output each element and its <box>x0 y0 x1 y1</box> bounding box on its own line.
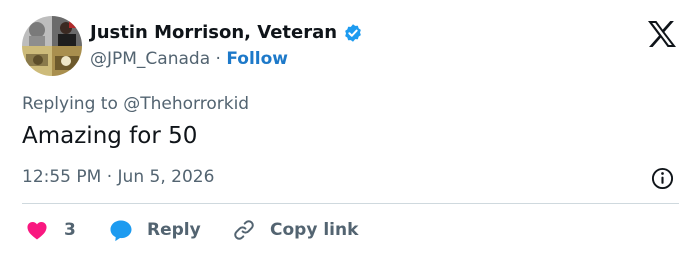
heart-icon <box>27 222 47 240</box>
reply-label: Reply <box>147 220 201 240</box>
link-icon <box>234 220 254 240</box>
chat-bubble-icon <box>110 220 132 241</box>
copy-link-button[interactable]: Copy link <box>232 217 358 243</box>
replying-to-label: Replying to <box>22 94 118 114</box>
copy-link-label: Copy link <box>270 220 359 240</box>
tweet-time: 12:55 PM <box>22 167 102 187</box>
follow-button[interactable]: Follow <box>226 49 288 69</box>
author-handle[interactable]: @JPM_Canada <box>90 49 210 69</box>
replying-to-handle[interactable]: @Thehorrorkid <box>123 94 249 114</box>
handle-separator: · <box>215 49 221 69</box>
info-icon[interactable] <box>651 167 674 190</box>
tweet-text: Amazing for 50 <box>22 123 198 149</box>
tweet-date: Jun 5, 2026 <box>117 167 215 187</box>
reply-button[interactable]: Reply <box>109 217 201 243</box>
replying-to-line: Replying to @Thehorrorkid <box>22 94 249 114</box>
x-logo-icon[interactable] <box>647 20 677 48</box>
timestamp-separator: · <box>106 167 113 187</box>
author-name-row[interactable]: Justin Morrison, Veteran <box>90 22 363 43</box>
author-name[interactable]: Justin Morrison, Veteran <box>90 22 337 43</box>
tweet-timestamp[interactable]: 12:55 PM · Jun 5, 2026 <box>22 167 214 187</box>
divider <box>22 203 679 204</box>
handle-row: @JPM_Canada · Follow <box>90 49 288 69</box>
like-count: 3 <box>64 220 76 240</box>
avatar-collage-image <box>22 16 82 76</box>
verified-badge-icon <box>345 23 361 42</box>
like-button[interactable]: 3 <box>26 217 76 243</box>
tweet-card: Justin Morrison, Veteran @JPM_Canada · F… <box>0 0 700 256</box>
avatar[interactable] <box>22 16 82 76</box>
